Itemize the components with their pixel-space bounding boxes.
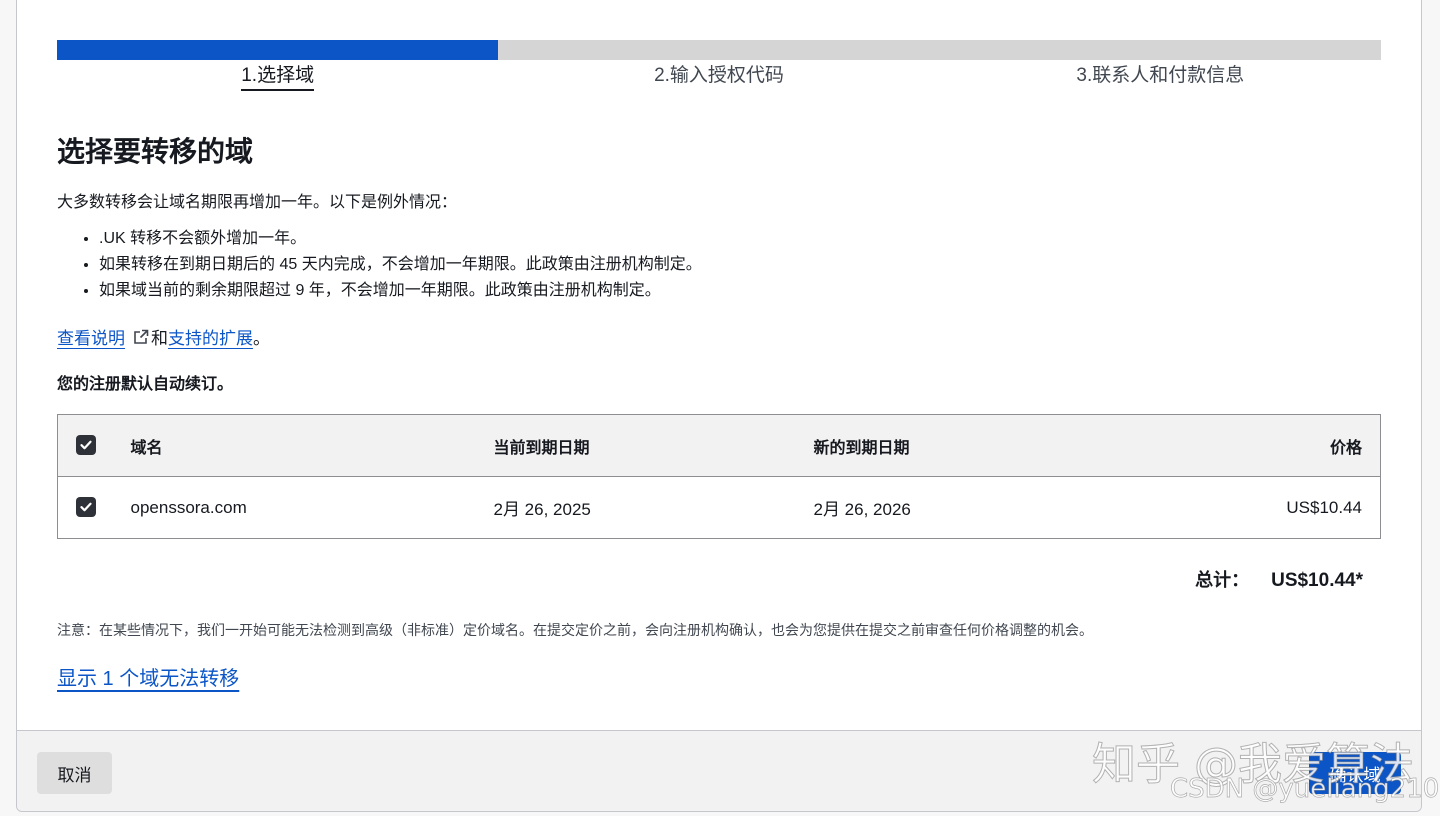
check-icon (80, 502, 92, 511)
header-new-expiry: 新的到期日期 (813, 439, 910, 457)
new-expiry-cell: 2月 26, 2026 (813, 500, 911, 519)
transfer-panel: 1.选择域 2.输入授权代码 3.联系人和付款信息 选择要转移的域 大多数转移会… (16, 0, 1422, 812)
auto-renew-text: 您的注册默认自动续订。 (57, 376, 234, 393)
step-select-domain[interactable]: 1.选择域 (57, 62, 498, 92)
list-item: 如果转移在到期日期后的 45 天内完成，不会增加一年期限。此政策由注册机构制定。 (99, 252, 702, 278)
cancel-button[interactable]: 取消 (37, 752, 112, 794)
price-cell: US$10.44 (1286, 497, 1362, 517)
total-value: US$10.44* (1271, 570, 1363, 591)
row-check-cell (58, 477, 131, 539)
domain-name-cell: openssora.com (130, 497, 247, 517)
wizard-steps: 1.选择域 2.输入授权代码 3.联系人和付款信息 (57, 62, 1381, 92)
pricing-note: 注意：在某些情况下，我们一开始可能无法检测到高级（非标准）定价域名。在提交定价之… (57, 622, 1093, 638)
period-text: 。 (253, 329, 270, 348)
exception-list: .UK 转移不会额外增加一年。 如果转移在到期日期后的 45 天内完成，不会增加… (99, 226, 702, 304)
help-links: 查看说明 和 支持的扩展 。 (57, 324, 270, 349)
table-row: openssora.com 2月 26, 2025 2月 26, 2026 US… (58, 477, 1381, 539)
list-item: .UK 转移不会额外增加一年。 (99, 226, 702, 252)
table-header-row: 域名 当前到期日期 新的到期日期 价格 (57, 414, 1381, 477)
progress-bar (57, 40, 1381, 60)
step-auth-code: 2.输入授权代码 (654, 65, 784, 86)
show-unavailable-link[interactable]: 显示 1 个域无法转移 (57, 662, 239, 691)
page-title: 选择要转移的域 (57, 136, 254, 167)
header-current-expiry: 当前到期日期 (493, 439, 590, 457)
check-icon (80, 440, 92, 449)
intro-text: 大多数转移会让域名期限再增加一年。以下是例外情况： (57, 194, 458, 211)
domain-table: 域名 当前到期日期 新的到期日期 价格 openssora.com 2月 26,… (57, 414, 1381, 539)
total-label: 总计： (1195, 570, 1250, 590)
external-link-icon[interactable] (133, 329, 149, 345)
header-domain: 域名 (130, 439, 163, 457)
csdn-watermark: CSDN @yueliang2100 (1170, 774, 1440, 805)
total-row: 总计： US$10.44* (1195, 566, 1363, 592)
instructions-link[interactable]: 查看说明 (57, 324, 125, 349)
header-price: 价格 (1329, 439, 1362, 457)
select-all-cell (58, 415, 131, 477)
select-all-checkbox[interactable] (76, 434, 96, 455)
row-checkbox[interactable] (76, 496, 96, 517)
current-expiry-cell: 2月 26, 2025 (493, 500, 591, 519)
supported-extensions-link[interactable]: 支持的扩展 (168, 324, 253, 349)
list-item: 如果域当前的剩余期限超过 9 年，不会增加一年期限。此政策由注册机构制定。 (99, 278, 702, 304)
progress-fill (57, 40, 498, 60)
step-contact-payment: 3.联系人和付款信息 (1076, 65, 1245, 86)
and-text: 和 (151, 329, 168, 348)
